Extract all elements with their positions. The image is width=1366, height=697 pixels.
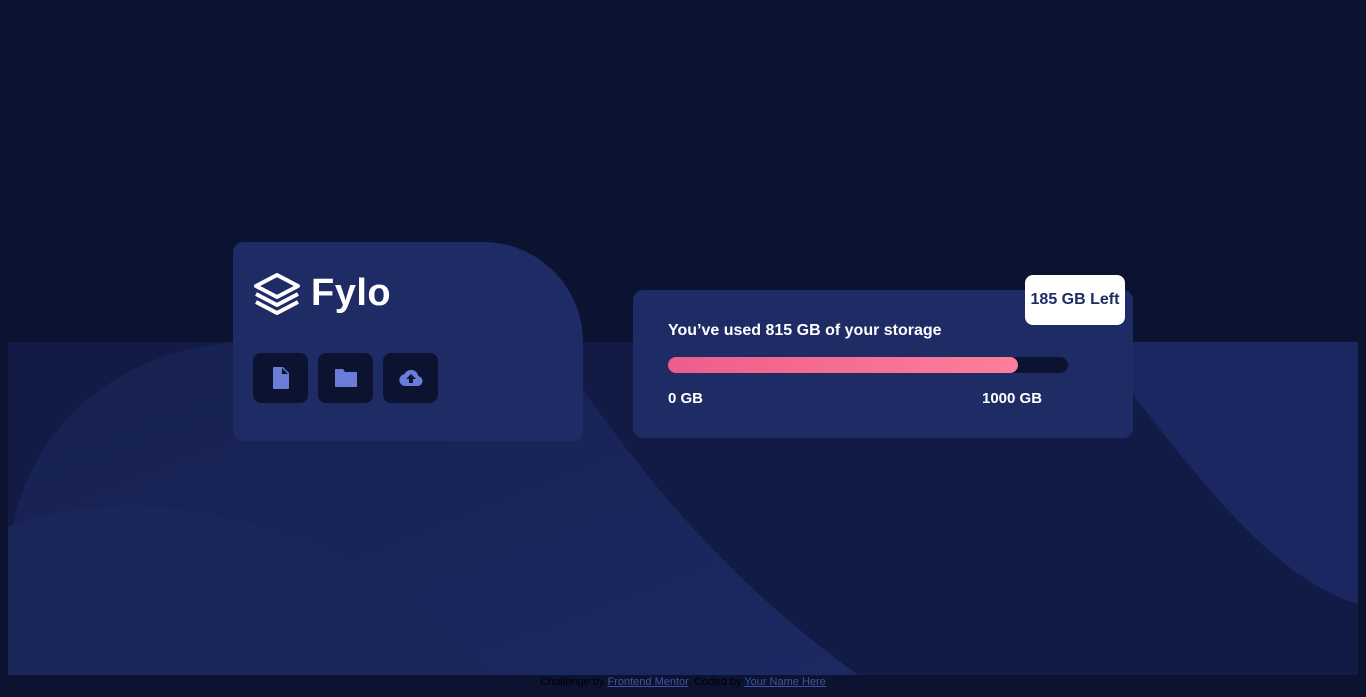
usage-text: You’ve used 815 GB of your storage bbox=[668, 322, 942, 339]
document-button[interactable] bbox=[253, 353, 308, 403]
layers-logo-icon bbox=[254, 272, 300, 315]
remaining-storage-text: 185 GB Left bbox=[1030, 291, 1120, 308]
page: Fylo You’ve used 815 GB of your storage bbox=[0, 0, 1366, 697]
max-capacity-label: 1000 GB bbox=[982, 390, 1043, 407]
author-link[interactable]: Your Name Here bbox=[744, 676, 826, 688]
storage-progress-fill bbox=[668, 357, 1018, 373]
upload-icon bbox=[398, 369, 423, 386]
frontend-mentor-link[interactable]: Frontend Mentor bbox=[607, 676, 688, 688]
min-capacity-label: 0 GB bbox=[668, 390, 704, 407]
logo-card: Fylo bbox=[233, 242, 583, 441]
logo: Fylo bbox=[253, 272, 391, 315]
remaining-storage-badge: 185 GB Left bbox=[1025, 275, 1125, 325]
brand-name: Fylo bbox=[311, 272, 392, 314]
file-actions bbox=[253, 353, 438, 403]
storage-progress-bar bbox=[668, 357, 1068, 373]
attribution-middle: . Coded by bbox=[688, 676, 742, 688]
attribution: Challenge by Frontend Mentor. Coded by Y… bbox=[0, 675, 1366, 689]
upload-button[interactable] bbox=[383, 353, 438, 403]
folder-button[interactable] bbox=[318, 353, 373, 403]
folder-icon bbox=[334, 369, 357, 387]
file-icon bbox=[272, 367, 289, 389]
attribution-prefix: Challenge by bbox=[540, 676, 605, 688]
